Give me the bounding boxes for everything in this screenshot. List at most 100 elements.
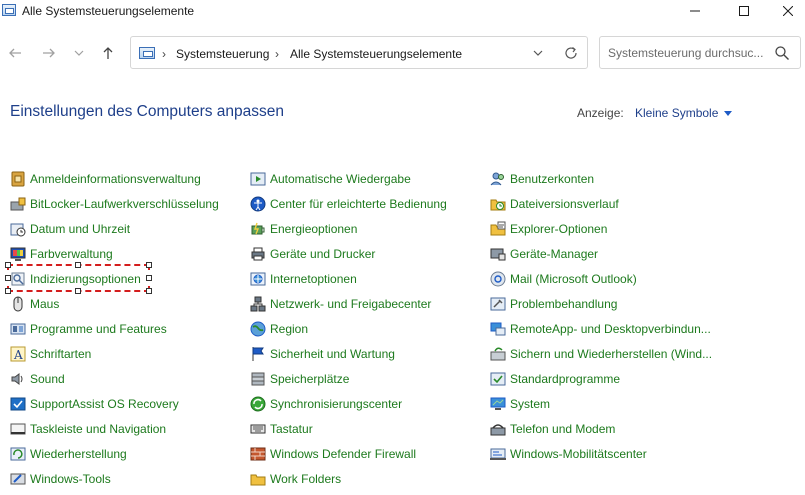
troubleshooting-icon	[490, 297, 506, 311]
list-item[interactable]: A Schriftarten	[10, 341, 250, 366]
list-item-label: Maus	[30, 297, 60, 311]
list-item-label: Center für erleichterte Bedienung	[270, 197, 447, 211]
list-item[interactable]: Netzwerk- und Freigabecenter	[250, 291, 490, 316]
programs-icon	[10, 323, 26, 335]
list-item[interactable]: Tastatur	[250, 416, 490, 441]
system-icon	[490, 397, 506, 410]
address-dropdown-icon[interactable]	[531, 46, 545, 60]
ease-of-access-icon	[250, 196, 266, 212]
list-item[interactable]: BitLocker-Laufwerkverschlüsselung	[10, 191, 250, 216]
list-item-label: Mail (Microsoft Outlook)	[510, 272, 637, 286]
items-column-3: Benutzerkonten Dateiversionsverlauf Explor…	[490, 166, 730, 466]
selection-handle	[75, 288, 81, 294]
list-item[interactable]: Sichern und Wiederherstellen (Wind...	[490, 341, 730, 366]
chevron-right-icon: ›	[275, 47, 279, 61]
list-item-label: Anmeldeinformationsverwaltung	[30, 172, 201, 186]
maximize-button[interactable]	[721, 0, 767, 22]
list-item[interactable]: Programme und Features	[10, 316, 250, 341]
list-item[interactable]: RemoteApp- und Desktopverbindun...	[490, 316, 730, 341]
list-item[interactable]: Wiederherstellung	[10, 441, 250, 466]
list-item-label: Sicherheit und Wartung	[270, 347, 395, 361]
search-input[interactable]	[608, 45, 768, 61]
list-item[interactable]: Sound	[10, 366, 250, 391]
breadcrumb-systemsteuerung[interactable]: Systemsteuerung	[176, 47, 269, 61]
view-mode-dropdown[interactable]: Kleine Symbole	[635, 106, 733, 120]
close-icon	[783, 6, 793, 16]
back-button[interactable]	[6, 44, 24, 62]
list-item[interactable]: Geräte und Drucker	[250, 241, 490, 266]
list-item[interactable]: Telefon und Modem	[490, 416, 730, 441]
forward-button[interactable]	[40, 44, 58, 62]
file-history-icon	[490, 199, 506, 211]
svg-text:A: A	[13, 348, 23, 362]
sync-center-icon	[250, 396, 266, 412]
datetime-icon	[10, 223, 26, 237]
list-item[interactable]: System	[490, 391, 730, 416]
minimize-button[interactable]	[672, 0, 718, 22]
list-item[interactable]: Geräte-Manager	[490, 241, 730, 266]
credential-manager-icon	[11, 171, 25, 187]
list-item[interactable]: Benutzerkonten	[490, 166, 730, 191]
list-item[interactable]: Automatische Wiedergabe	[250, 166, 490, 191]
list-item[interactable]: Maus	[10, 291, 250, 316]
list-item[interactable]: Energieoptionen	[250, 216, 490, 241]
list-item[interactable]: Internetoptionen	[250, 266, 490, 291]
list-item[interactable]: Dateiversionsverlauf	[490, 191, 730, 216]
list-item-label: SupportAssist OS Recovery	[30, 397, 179, 411]
chevron-down-icon	[74, 50, 84, 56]
title-bar: Alle Systemsteuerungselemente	[0, 0, 805, 22]
list-item-label: Farbverwaltung	[30, 247, 113, 261]
list-item[interactable]: Standardprogramme	[490, 366, 730, 391]
list-item-label: Standardprogramme	[510, 372, 621, 386]
list-item[interactable]: Windows Defender Firewall	[250, 441, 490, 466]
address-bar[interactable]: › Systemsteuerung › Alle Systemsteuerung…	[130, 36, 588, 69]
list-item-label: Dateiversionsverlauf	[510, 197, 619, 211]
list-item-label: Programme und Features	[30, 322, 167, 336]
firewall-icon	[250, 447, 266, 461]
list-item[interactable]: Windows-Tools	[10, 466, 250, 491]
list-item[interactable]: Center für erleichterte Bedienung	[250, 191, 490, 216]
list-item[interactable]: Windows-Mobilitätscenter	[490, 441, 730, 466]
user-accounts-icon	[490, 172, 504, 186]
list-item[interactable]: Speicherplätze	[250, 366, 490, 391]
list-item[interactable]: Synchronisierungscenter	[250, 391, 490, 416]
view-label: Anzeige:	[577, 106, 624, 120]
list-item[interactable]: SupportAssist OS Recovery	[10, 391, 250, 416]
list-item[interactable]: Anmeldeinformationsverwaltung	[10, 166, 250, 191]
mouse-icon	[13, 296, 23, 312]
list-item[interactable]: Sicherheit und Wartung	[250, 341, 490, 366]
search-box[interactable]	[599, 36, 801, 69]
list-item[interactable]: Farbverwaltung	[10, 241, 250, 266]
list-item[interactable]: Taskleiste und Navigation	[10, 416, 250, 441]
recent-locations-button[interactable]	[70, 44, 88, 62]
mail-icon	[490, 271, 506, 287]
fonts-icon: A	[10, 346, 26, 362]
list-item-label: Region	[270, 322, 309, 336]
mobility-center-icon	[490, 448, 506, 460]
list-item[interactable]: Region	[250, 316, 490, 341]
network-icon	[250, 296, 266, 312]
refresh-icon[interactable]	[563, 45, 579, 61]
storage-spaces-icon	[251, 372, 265, 386]
close-button[interactable]	[765, 0, 805, 22]
devices-printers-icon	[251, 247, 265, 261]
arrow-right-icon	[43, 48, 55, 58]
selection-handle	[5, 275, 11, 281]
list-item[interactable]: Problembehandlung	[490, 291, 730, 316]
list-item-label: Schriftarten	[30, 347, 92, 361]
list-item[interactable]: Work Folders	[250, 466, 490, 491]
list-item-label: Wiederherstellung	[30, 447, 127, 461]
list-item[interactable]: Explorer-Optionen	[490, 216, 730, 241]
breadcrumb-all-items[interactable]: Alle Systemsteuerungselemente	[290, 47, 462, 61]
selection-handle	[146, 262, 152, 268]
list-item[interactable]: Mail (Microsoft Outlook)	[490, 266, 730, 291]
color-management-icon	[10, 247, 26, 261]
search-icon[interactable]	[774, 45, 790, 61]
list-item[interactable]: Datum und Uhrzeit	[10, 216, 250, 241]
autoplay-icon	[250, 172, 266, 186]
phone-modem-icon	[490, 424, 506, 436]
list-item-label: Automatische Wiedergabe	[270, 172, 411, 186]
selection-handle	[146, 288, 152, 294]
list-item-label: Netzwerk- und Freigabecenter	[270, 297, 432, 311]
up-button[interactable]	[99, 44, 117, 62]
